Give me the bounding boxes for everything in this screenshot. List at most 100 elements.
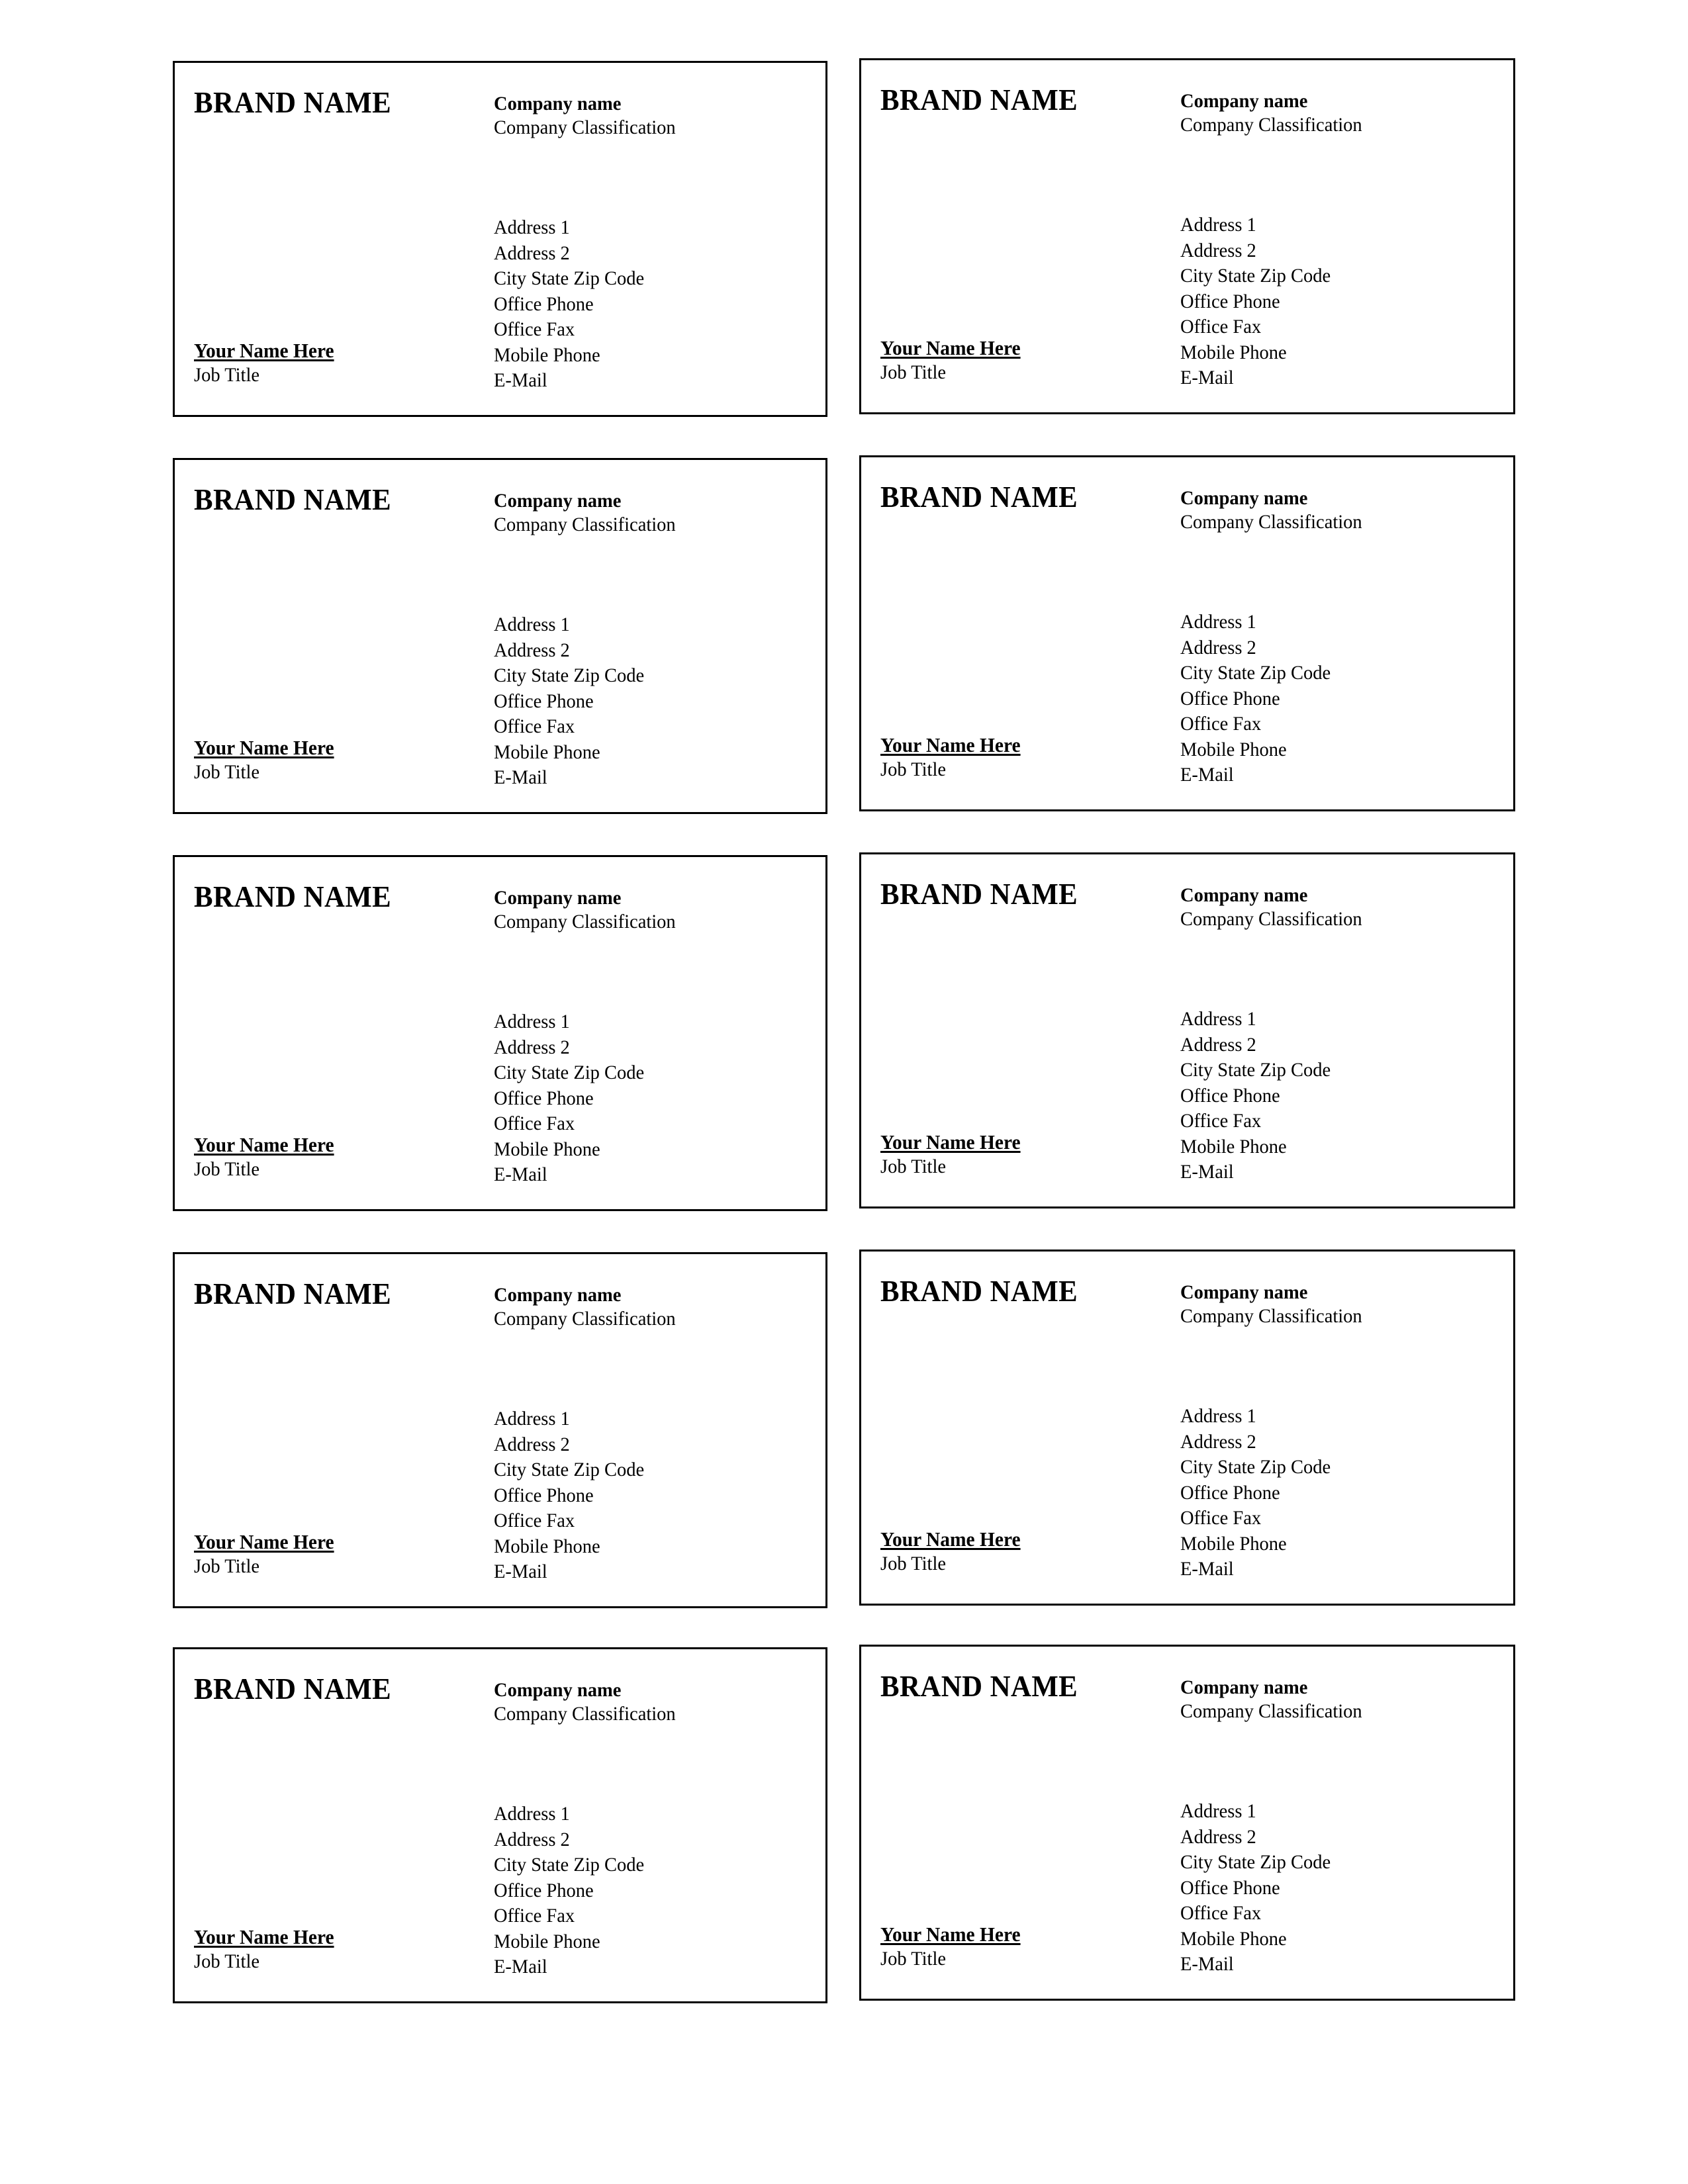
office-phone-field[interactable]: Office Phone	[1180, 1083, 1476, 1109]
city-state-zip-field[interactable]: City State Zip Code	[1180, 1850, 1476, 1876]
office-phone-field[interactable]: Office Phone	[1180, 1876, 1476, 1901]
business-card[interactable]: BRAND NAME Your Name Here Job Title Company…	[859, 1250, 1515, 1606]
office-phone-field[interactable]: Office Phone	[494, 292, 790, 318]
email-field[interactable]: E-Mail	[1180, 762, 1476, 788]
business-card[interactable]: BRAND NAME Your Name Here Job Title Company…	[859, 58, 1515, 414]
email-field[interactable]: E-Mail	[494, 368, 790, 394]
office-fax-field[interactable]: Office Fax	[494, 317, 790, 343]
business-card[interactable]: BRAND NAME Your Name Here Job Title Company…	[173, 1252, 827, 1608]
job-title-field[interactable]: Job Title	[194, 1158, 458, 1181]
office-fax-field[interactable]: Office Fax	[1180, 1109, 1476, 1134]
email-field[interactable]: E-Mail	[494, 1954, 790, 1980]
office-fax-field[interactable]: Office Fax	[494, 1903, 790, 1929]
your-name-field[interactable]: Your Name Here	[194, 1531, 334, 1553]
office-fax-field[interactable]: Office Fax	[494, 1111, 790, 1137]
company-name-field[interactable]: Company name	[494, 886, 621, 910]
address-line-2[interactable]: Address 2	[1180, 1032, 1476, 1058]
job-title-field[interactable]: Job Title	[880, 1552, 1145, 1576]
company-classification-field[interactable]: Company Classification	[494, 513, 676, 537]
company-classification-field[interactable]: Company Classification	[1180, 1700, 1362, 1723]
your-name-field[interactable]: Your Name Here	[194, 1926, 334, 1948]
company-name-field[interactable]: Company name	[494, 489, 621, 513]
email-field[interactable]: E-Mail	[1180, 1557, 1476, 1582]
address-line-2[interactable]: Address 2	[494, 1827, 790, 1853]
email-field[interactable]: E-Mail	[494, 1162, 790, 1188]
address-line-1[interactable]: Address 1	[494, 1801, 790, 1827]
address-line-2[interactable]: Address 2	[494, 1035, 790, 1061]
email-field[interactable]: E-Mail	[1180, 1952, 1476, 1978]
business-card[interactable]: BRAND NAME Your Name Here Job Title Company…	[173, 458, 827, 814]
company-name-field[interactable]: Company name	[494, 92, 621, 116]
company-name-field[interactable]: Company name	[494, 1283, 621, 1307]
company-classification-field[interactable]: Company Classification	[1180, 510, 1362, 534]
job-title-field[interactable]: Job Title	[194, 1555, 458, 1578]
mobile-phone-field[interactable]: Mobile Phone	[494, 343, 790, 369]
business-card[interactable]: BRAND NAME Your Name Here Job Title Company…	[173, 855, 827, 1211]
city-state-zip-field[interactable]: City State Zip Code	[1180, 263, 1476, 289]
email-field[interactable]: E-Mail	[1180, 365, 1476, 391]
office-phone-field[interactable]: Office Phone	[1180, 686, 1476, 712]
mobile-phone-field[interactable]: Mobile Phone	[1180, 1134, 1476, 1160]
job-title-field[interactable]: Job Title	[194, 760, 458, 784]
mobile-phone-field[interactable]: Mobile Phone	[1180, 1927, 1476, 1952]
email-field[interactable]: E-Mail	[494, 1559, 790, 1585]
business-card[interactable]: BRAND NAME Your Name Here Job Title Company…	[859, 852, 1515, 1208]
address-line-1[interactable]: Address 1	[1180, 1799, 1476, 1825]
your-name-field[interactable]: Your Name Here	[880, 1528, 1021, 1551]
company-classification-field[interactable]: Company Classification	[494, 910, 676, 934]
city-state-zip-field[interactable]: City State Zip Code	[1180, 660, 1476, 686]
mobile-phone-field[interactable]: Mobile Phone	[1180, 737, 1476, 763]
job-title-field[interactable]: Job Title	[194, 1950, 458, 1974]
address-line-1[interactable]: Address 1	[494, 215, 790, 241]
job-title-field[interactable]: Job Title	[880, 758, 1145, 782]
office-phone-field[interactable]: Office Phone	[1180, 289, 1476, 315]
company-name-field[interactable]: Company name	[1180, 884, 1307, 907]
address-line-2[interactable]: Address 2	[1180, 238, 1476, 264]
address-line-1[interactable]: Address 1	[1180, 212, 1476, 238]
email-field[interactable]: E-Mail	[1180, 1160, 1476, 1185]
office-fax-field[interactable]: Office Fax	[494, 714, 790, 740]
your-name-field[interactable]: Your Name Here	[880, 734, 1021, 756]
company-name-field[interactable]: Company name	[1180, 1281, 1307, 1304]
mobile-phone-field[interactable]: Mobile Phone	[1180, 1531, 1476, 1557]
address-line-2[interactable]: Address 2	[1180, 1430, 1476, 1455]
city-state-zip-field[interactable]: City State Zip Code	[494, 1457, 790, 1483]
company-name-field[interactable]: Company name	[1180, 1676, 1307, 1700]
office-phone-field[interactable]: Office Phone	[494, 689, 790, 715]
job-title-field[interactable]: Job Title	[880, 361, 1145, 385]
office-fax-field[interactable]: Office Fax	[1180, 711, 1476, 737]
city-state-zip-field[interactable]: City State Zip Code	[1180, 1058, 1476, 1083]
email-field[interactable]: E-Mail	[494, 765, 790, 791]
office-phone-field[interactable]: Office Phone	[494, 1878, 790, 1904]
city-state-zip-field[interactable]: City State Zip Code	[1180, 1455, 1476, 1480]
company-classification-field[interactable]: Company Classification	[494, 116, 676, 140]
your-name-field[interactable]: Your Name Here	[880, 337, 1021, 359]
job-title-field[interactable]: Job Title	[880, 1155, 1145, 1179]
office-phone-field[interactable]: Office Phone	[494, 1483, 790, 1509]
address-line-2[interactable]: Address 2	[494, 241, 790, 267]
business-card[interactable]: BRAND NAME Your Name Here Job Title Company…	[173, 61, 827, 417]
business-card[interactable]: BRAND NAME Your Name Here Job Title Company…	[859, 455, 1515, 811]
company-classification-field[interactable]: Company Classification	[1180, 1304, 1362, 1328]
city-state-zip-field[interactable]: City State Zip Code	[494, 1060, 790, 1086]
address-line-1[interactable]: Address 1	[1180, 610, 1476, 635]
your-name-field[interactable]: Your Name Here	[880, 1131, 1021, 1154]
city-state-zip-field[interactable]: City State Zip Code	[494, 663, 790, 689]
company-classification-field[interactable]: Company Classification	[1180, 907, 1362, 931]
mobile-phone-field[interactable]: Mobile Phone	[494, 1137, 790, 1163]
mobile-phone-field[interactable]: Mobile Phone	[494, 1534, 790, 1560]
your-name-field[interactable]: Your Name Here	[880, 1923, 1021, 1946]
company-classification-field[interactable]: Company Classification	[494, 1702, 676, 1726]
job-title-field[interactable]: Job Title	[880, 1947, 1145, 1971]
address-line-1[interactable]: Address 1	[1180, 1007, 1476, 1032]
address-line-1[interactable]: Address 1	[494, 1406, 790, 1432]
your-name-field[interactable]: Your Name Here	[194, 737, 334, 759]
your-name-field[interactable]: Your Name Here	[194, 340, 334, 362]
address-line-1[interactable]: Address 1	[494, 1009, 790, 1035]
office-fax-field[interactable]: Office Fax	[494, 1508, 790, 1534]
mobile-phone-field[interactable]: Mobile Phone	[494, 740, 790, 766]
office-fax-field[interactable]: Office Fax	[1180, 314, 1476, 340]
address-line-1[interactable]: Address 1	[494, 612, 790, 638]
office-phone-field[interactable]: Office Phone	[1180, 1480, 1476, 1506]
mobile-phone-field[interactable]: Mobile Phone	[494, 1929, 790, 1955]
